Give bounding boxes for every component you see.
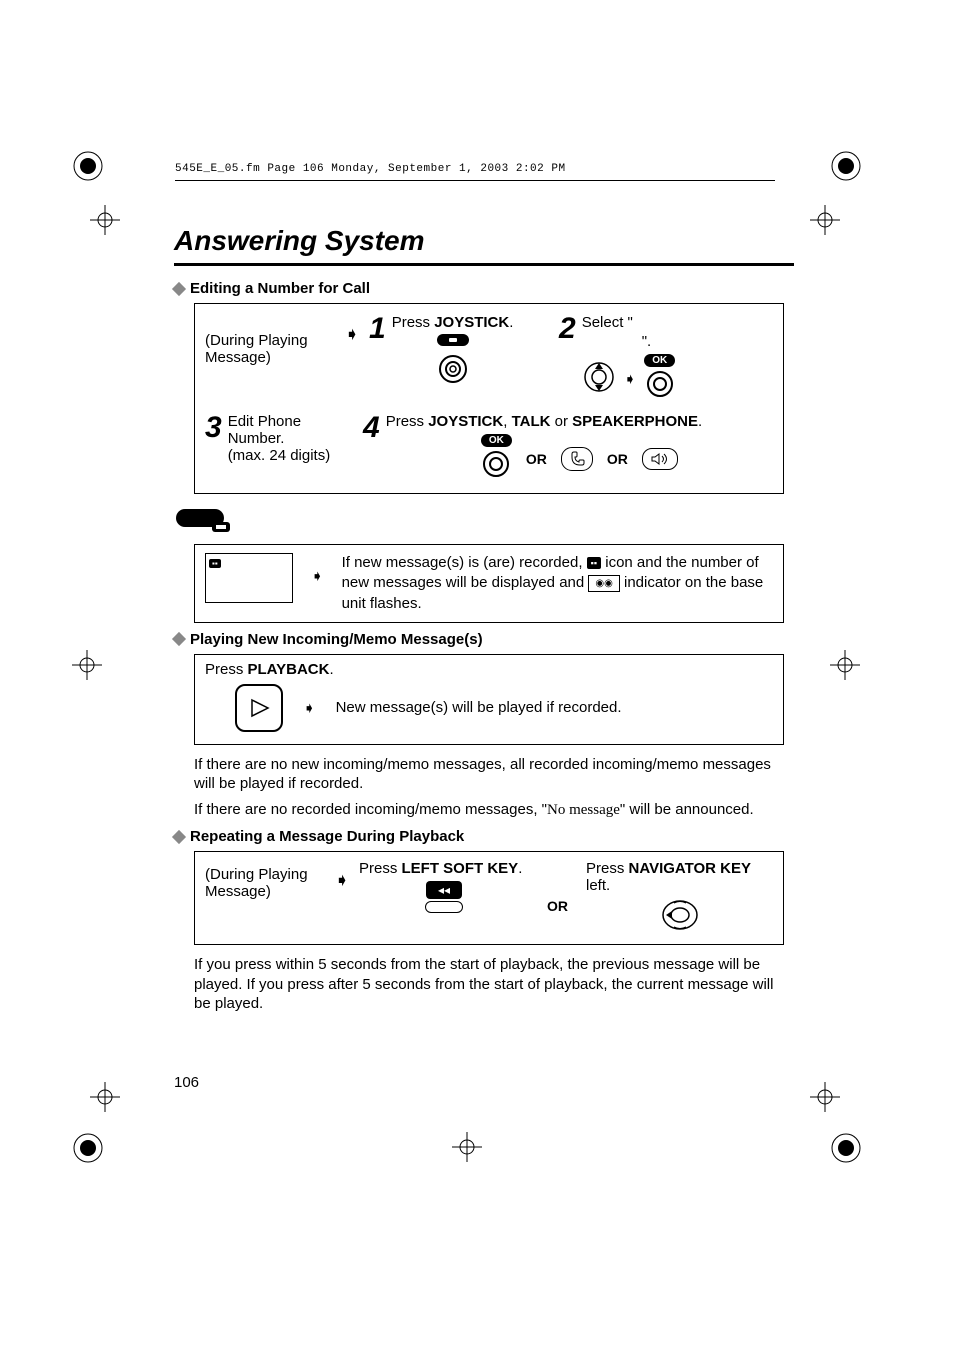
step-number-4: 4 [363, 413, 380, 443]
crosshair-bottom-center [452, 1132, 482, 1166]
page-number: 106 [174, 1074, 199, 1091]
press-playback-text: Press PLAYBACK. [205, 661, 773, 678]
step-number-3: 3 [205, 413, 222, 443]
heading-repeating-label: Repeating a Message During Playback [190, 828, 464, 845]
menu-pill-icon [436, 333, 470, 351]
talk-button-icon [561, 447, 593, 471]
registration-mark-top-right [830, 150, 862, 182]
or-label: OR [539, 882, 576, 914]
new-message-box: ▪▪ ➧ If new message(s) is (are) recorded… [194, 544, 784, 623]
tape-indicator-icon: ◉◉ [588, 575, 619, 593]
play-para1: If there are no new incoming/memo messag… [194, 755, 784, 794]
step-number-2: 2 [559, 314, 576, 344]
header-rule [175, 180, 775, 181]
repeating-step-box: (During Playing Message) ➧ Press LEFT SO… [194, 851, 784, 945]
registration-mark-bottom-right [830, 1132, 862, 1164]
heading-playing-label: Playing New Incoming/Memo Message(s) [190, 631, 483, 648]
or-label: OR [518, 451, 555, 467]
arrow-icon: ➧ [303, 699, 316, 717]
heading-playing: Playing New Incoming/Memo Message(s) [174, 631, 794, 648]
tape-inline-icon: ▪▪ [587, 557, 601, 569]
step-number-1: 1 [369, 314, 386, 344]
play-bullet-text: New message(s) will be played if recorde… [336, 699, 622, 716]
tape-lcd-icon: ▪▪ [209, 559, 221, 568]
crosshair-mid-left [72, 650, 102, 684]
crosshair-mid-right [830, 650, 860, 684]
navigator-key-left-icon [660, 898, 700, 936]
step3-line3: (max. 24 digits) [228, 447, 331, 464]
joystick-icon [481, 449, 511, 483]
lcd-screen-icon: ▪▪ [205, 553, 293, 603]
nav-key-text: Press NAVIGATOR KEY left. [586, 860, 773, 894]
step4-text: Press JOYSTICK, TALK or SPEAKERPHONE. [386, 413, 702, 430]
arrow-icon: ➧ [624, 370, 637, 388]
heading-repeating: Repeating a Message During Playback [174, 828, 794, 845]
speakerphone-button-icon [642, 448, 678, 470]
playback-button-icon [235, 684, 283, 732]
registration-mark-bottom-left [72, 1132, 104, 1164]
ok-label-icon: OK [481, 434, 512, 447]
during-playing-label: (During Playing Message) [205, 866, 308, 900]
diamond-bullet-icon [172, 281, 186, 295]
step2-text: Select " [582, 314, 633, 331]
heading-editing-label: Editing a Number for Call [190, 280, 370, 297]
crosshair-bottom-right [810, 1082, 840, 1116]
title-rule [174, 263, 794, 266]
registration-mark-top-left [72, 150, 104, 182]
crosshair-top-left [90, 205, 120, 239]
or-label: OR [599, 451, 636, 467]
heading-editing: Editing a Number for Call [174, 280, 794, 297]
left-softkey-text: Press LEFT SOFT KEY. [359, 860, 529, 877]
crosshair-top-right [810, 205, 840, 239]
page-title: Answering System [174, 225, 794, 257]
step1-text: Press JOYSTICK. [392, 314, 514, 331]
header-filepath: 545E_E_05.fm Page 106 Monday, September … [175, 163, 566, 175]
joystick-icon [437, 353, 469, 389]
new-message-text: If new message(s) is (are) recorded, ▪▪ … [342, 553, 773, 614]
left-soft-key-icon: ◂◂ [425, 881, 463, 913]
play-para2: If there are no recorded incoming/memo m… [194, 800, 784, 821]
step3-line1: Edit Phone [228, 413, 331, 430]
arrow-icon: ➧ [311, 553, 324, 585]
repeat-para: If you press within 5 seconds from the s… [194, 955, 784, 1014]
diamond-bullet-icon [172, 830, 186, 844]
editing-step-box: (During Playing Message) ➧ 1 Press JOYST… [194, 303, 784, 494]
step3-line2: Number. [228, 430, 331, 447]
during-playing-label: (During Playing Message) [205, 332, 308, 366]
joystick-icon [645, 369, 675, 403]
crosshair-bottom-left [90, 1082, 120, 1116]
base-unit-icon [174, 504, 794, 534]
arrow-icon: ➧ [345, 314, 359, 345]
ok-label-icon: OK [644, 354, 675, 367]
nav-select-icon [582, 360, 616, 398]
playing-step-box: Press PLAYBACK. ➧ New message(s) will be… [194, 654, 784, 745]
arrow-icon: ➧ [335, 860, 349, 891]
step2-after: ". [582, 333, 652, 350]
diamond-bullet-icon [172, 632, 186, 646]
